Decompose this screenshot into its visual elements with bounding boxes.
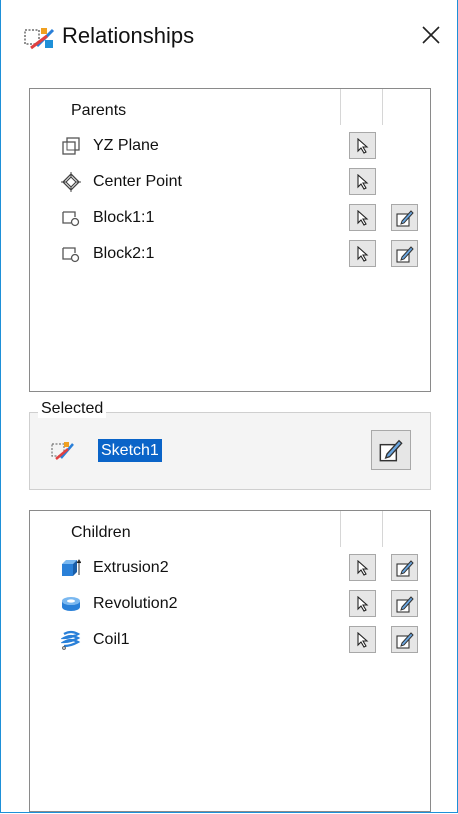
parents-header-label: Parents: [71, 102, 127, 119]
list-item[interactable]: Block1:1: [30, 201, 430, 235]
list-item[interactable]: Extrusion2: [30, 551, 430, 585]
item-label: Center Point: [93, 173, 182, 190]
close-button[interactable]: [414, 18, 448, 52]
select-button[interactable]: [349, 204, 376, 231]
title-bar: Relationships: [1, 0, 458, 70]
select-button[interactable]: [349, 554, 376, 581]
pointer-icon: [356, 631, 368, 648]
edit-icon: [395, 595, 414, 613]
item-label: Revolution2: [93, 595, 178, 612]
edit-button[interactable]: [391, 554, 418, 581]
edit-button[interactable]: [391, 204, 418, 231]
relationships-sketch-icon: [24, 28, 55, 50]
pointer-icon: [356, 137, 368, 154]
item-label: Extrusion2: [93, 559, 169, 576]
select-button[interactable]: [349, 132, 376, 159]
selected-item-name[interactable]: Sketch1: [98, 439, 162, 462]
extrusion-icon: [62, 559, 81, 576]
parents-header: Parents: [30, 89, 430, 125]
pointer-icon: [356, 209, 368, 226]
edit-icon: [395, 209, 414, 227]
revolution-icon: [62, 597, 80, 611]
block-icon: [62, 211, 80, 227]
list-item[interactable]: Center Point: [30, 165, 430, 199]
select-button[interactable]: [349, 168, 376, 195]
edit-button[interactable]: [391, 626, 418, 653]
item-label: YZ Plane: [93, 137, 159, 154]
edit-button[interactable]: [391, 590, 418, 617]
edit-icon: [395, 631, 414, 649]
list-item[interactable]: Block2:1: [30, 237, 430, 271]
list-item[interactable]: Coil1: [30, 623, 430, 657]
pointer-icon: [356, 245, 368, 262]
select-button[interactable]: [349, 240, 376, 267]
children-header-label: Children: [71, 524, 131, 541]
plane-icon: [62, 137, 80, 155]
selected-legend: Selected: [38, 400, 107, 418]
edit-button[interactable]: [391, 240, 418, 267]
dialog-title: Relationships: [62, 23, 195, 48]
edit-icon: [379, 439, 403, 462]
select-button[interactable]: [349, 590, 376, 617]
pointer-icon: [356, 173, 368, 190]
parents-panel: Parents YZ Plane Center Point Block1:1 B…: [29, 88, 431, 392]
edit-icon: [395, 559, 414, 577]
pointer-icon: [356, 595, 368, 612]
list-item[interactable]: Revolution2: [30, 587, 430, 621]
close-icon: [422, 26, 440, 44]
edit-icon: [395, 245, 414, 263]
item-label: Coil1: [93, 631, 130, 648]
item-label: Block1:1: [93, 209, 155, 226]
coil-icon: [61, 630, 81, 650]
sketch-icon: [51, 442, 74, 460]
block-icon: [62, 247, 80, 263]
children-panel: Children Extrusion2 Revolution2 Coil1: [29, 510, 431, 812]
relationships-dialog: Relationships Parents YZ Plane Center Po…: [0, 0, 458, 813]
point-icon: [61, 172, 81, 192]
select-button[interactable]: [349, 626, 376, 653]
children-header: Children: [30, 511, 430, 547]
edit-selected-button[interactable]: [371, 430, 411, 470]
pointer-icon: [356, 559, 368, 576]
item-label: Block2:1: [93, 245, 155, 262]
list-item[interactable]: YZ Plane: [30, 129, 430, 163]
